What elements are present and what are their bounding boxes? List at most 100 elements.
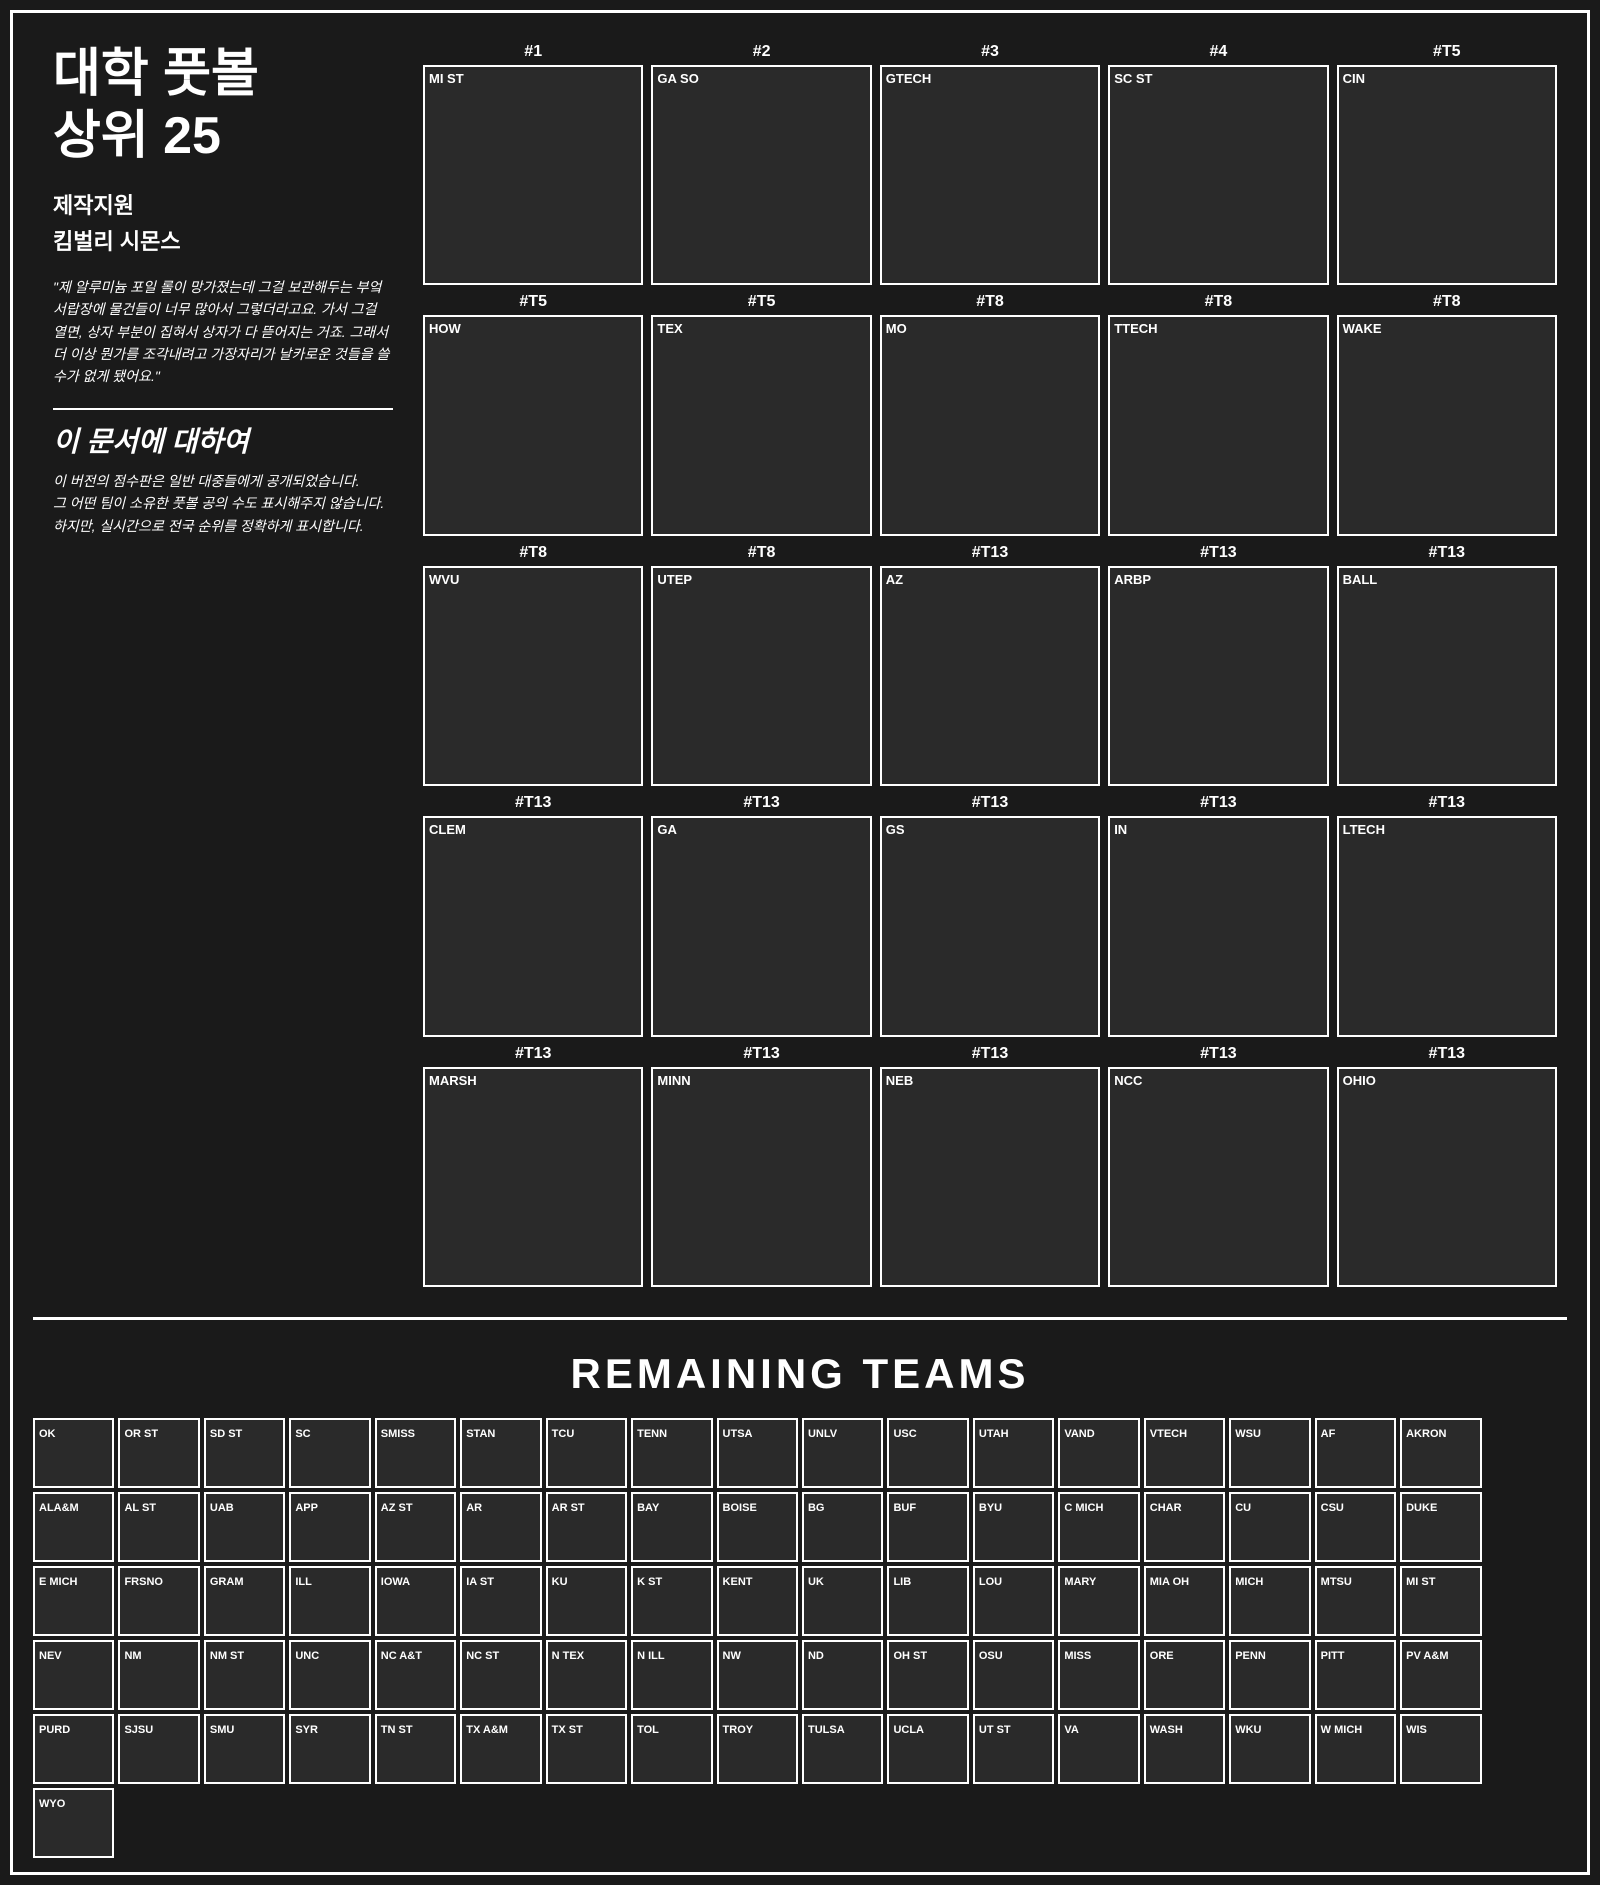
rank-cell: #T8MO (880, 293, 1100, 535)
remaining-team-abbr: MISS (1064, 1650, 1091, 1662)
remaining-cell: AZ ST (375, 1492, 456, 1562)
about-text: 이 버전의 점수판은 일반 대중들에게 공개되었습니다. 그 어떤 팀이 소유한… (53, 470, 393, 537)
rank-number: #1 (524, 43, 542, 61)
remaining-cell: ALA&M (33, 1492, 114, 1562)
rank-cell: #T13NCC (1108, 1045, 1328, 1287)
remaining-team-abbr: OR ST (124, 1428, 158, 1440)
remaining-cell: PURD (33, 1714, 114, 1784)
team-abbr: WVU (429, 572, 459, 587)
remaining-team-abbr: FRSNO (124, 1576, 163, 1588)
remaining-team-abbr: N TEX (552, 1650, 584, 1662)
team-abbr: NEB (886, 1073, 913, 1088)
team-abbr: OHIO (1343, 1073, 1376, 1088)
divider (53, 408, 393, 410)
remaining-team-abbr: NC A&T (381, 1650, 422, 1662)
remaining-cell: WKU (1229, 1714, 1310, 1784)
remaining-cell: NC ST (460, 1640, 541, 1710)
remaining-team-abbr: OSU (979, 1650, 1003, 1662)
remaining-cell: ILL (289, 1566, 370, 1636)
empty-cell (546, 1788, 627, 1858)
rank-number: #T5 (748, 293, 776, 311)
remaining-team-abbr: WSU (1235, 1428, 1261, 1440)
team-box: BALL (1337, 566, 1557, 786)
remaining-cell: UNC (289, 1640, 370, 1710)
remaining-cell: PENN (1229, 1640, 1310, 1710)
team-box: MI ST (423, 65, 643, 285)
remaining-cell: AR ST (546, 1492, 627, 1562)
remaining-row: ALA&MAL STUABAPPAZ STARAR STBAYBOISEBGBU… (23, 1492, 1577, 1566)
rank-cell: #T13GA (651, 794, 871, 1036)
remaining-cell: WIS (1400, 1714, 1481, 1784)
team-abbr: UTEP (657, 572, 692, 587)
remaining-cell: CU (1229, 1492, 1310, 1562)
team-box: IN (1108, 816, 1328, 1036)
rank-number: #T8 (1433, 293, 1461, 311)
rank-cell: #T5CIN (1337, 43, 1557, 285)
rank-cell: #T13MINN (651, 1045, 871, 1287)
remaining-team-abbr: BYU (979, 1502, 1002, 1514)
remaining-cell: MISS (1058, 1640, 1139, 1710)
remaining-cell: C MICH (1058, 1492, 1139, 1562)
remaining-cell: TOL (631, 1714, 712, 1784)
remaining-team-abbr: PENN (1235, 1650, 1266, 1662)
remaining-cell: AL ST (118, 1492, 199, 1562)
remaining-team-abbr: UT ST (979, 1724, 1011, 1736)
remaining-cell: BUF (887, 1492, 968, 1562)
remaining-team-abbr: AL ST (124, 1502, 156, 1514)
remaining-team-abbr: UNC (295, 1650, 319, 1662)
team-abbr: GA (657, 822, 677, 837)
section-divider (33, 1317, 1567, 1320)
team-abbr: BALL (1343, 572, 1378, 587)
remaining-team-abbr: PV A&M (1406, 1650, 1448, 1662)
remaining-cell: TULSA (802, 1714, 883, 1784)
team-abbr: NCC (1114, 1073, 1142, 1088)
remaining-cell: SMU (204, 1714, 285, 1784)
remaining-cell: KENT (717, 1566, 798, 1636)
team-abbr: LTECH (1343, 822, 1385, 837)
remaining-team-abbr: NEV (39, 1650, 62, 1662)
team-box: GA (651, 816, 871, 1036)
empty-cell (1229, 1788, 1310, 1858)
remaining-cell: UNLV (802, 1418, 883, 1488)
main-title: 대학 풋볼 상위 25 (53, 43, 393, 168)
remaining-cell: VAND (1058, 1418, 1139, 1488)
team-box: TEX (651, 315, 871, 535)
remaining-team-abbr: BUF (893, 1502, 916, 1514)
team-abbr: GA SO (657, 71, 698, 86)
team-box: WVU (423, 566, 643, 786)
team-box: GTECH (880, 65, 1100, 285)
remaining-team-abbr: USC (893, 1428, 916, 1440)
remaining-team-abbr: UCLA (893, 1724, 924, 1736)
quote-text: "제 알루미늄 포일 롤이 망가졌는데 그걸 보관해두는 부엌 서랍장에 물건들… (53, 276, 393, 388)
remaining-cell: APP (289, 1492, 370, 1562)
team-box: CLEM (423, 816, 643, 1036)
rank-cell: #T13AZ (880, 544, 1100, 786)
remaining-cell: N TEX (546, 1640, 627, 1710)
remaining-cell: N ILL (631, 1640, 712, 1710)
empty-cell (1486, 1788, 1567, 1858)
remaining-team-abbr: STAN (466, 1428, 495, 1440)
remaining-row: WYO (23, 1788, 1577, 1862)
rank-number: #T13 (1429, 794, 1465, 812)
rank-number: #T13 (1200, 794, 1236, 812)
remaining-team-abbr: UK (808, 1576, 824, 1588)
remaining-team-abbr: ALA&M (39, 1502, 79, 1514)
remaining-team-abbr: AKRON (1406, 1428, 1446, 1440)
rank-cell: #T13CLEM (423, 794, 643, 1036)
left-panel: 대학 풋볼 상위 25 제작지원 킴벌리 시몬스 "제 알루미늄 포일 롤이 망… (33, 33, 413, 1297)
remaining-team-abbr: TROY (723, 1724, 754, 1736)
remaining-cell: UCLA (887, 1714, 968, 1784)
remaining-cell: PV A&M (1400, 1640, 1481, 1710)
remaining-team-abbr: E MICH (39, 1576, 78, 1588)
remaining-cell: SYR (289, 1714, 370, 1784)
remaining-cell: MIA OH (1144, 1566, 1225, 1636)
team-box: MO (880, 315, 1100, 535)
remaining-team-abbr: TX ST (552, 1724, 583, 1736)
team-box: ARBP (1108, 566, 1328, 786)
rank-cell: #T13NEB (880, 1045, 1100, 1287)
team-abbr: AZ (886, 572, 903, 587)
remaining-cell: E MICH (33, 1566, 114, 1636)
remaining-cell: KU (546, 1566, 627, 1636)
remaining-cell: NW (717, 1640, 798, 1710)
remaining-cell: FRSNO (118, 1566, 199, 1636)
